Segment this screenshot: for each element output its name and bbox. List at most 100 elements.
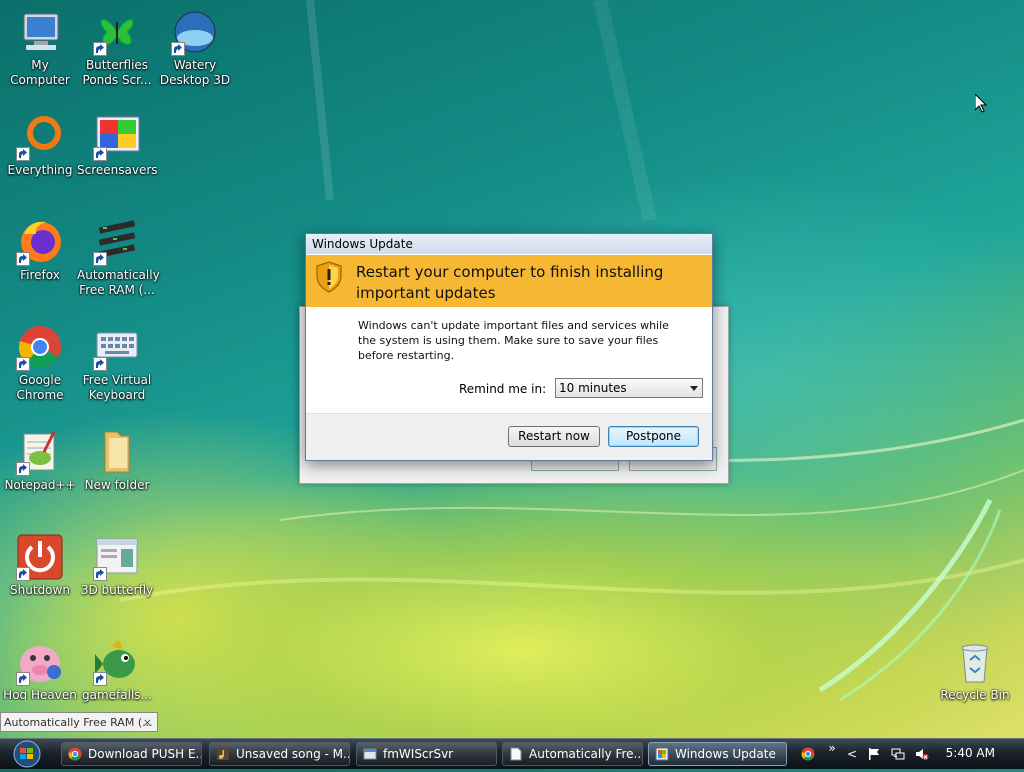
dialog-footer: Restart now Postpone [306,413,712,460]
volume-muted-icon[interactable] [915,747,929,761]
clock[interactable]: 5:40 AM [946,746,995,760]
notepad-icon [16,428,64,476]
mouse-cursor-icon [975,94,987,113]
document-icon [510,747,522,761]
desktop-icon-gamefalls[interactable]: gamefalls... [77,638,157,703]
desktop-icon-everything[interactable]: Everything [0,113,80,178]
shortcut-arrow-icon [93,357,107,371]
desktop-icon-label: Firefox [20,268,60,282]
desktop-icon-label: Recycle Bin [940,688,1010,702]
chevron-down-icon [690,386,698,391]
desktop-icon-label: Everything [7,163,73,177]
taskbar-item[interactable]: Automatically Fre... [502,742,643,766]
windows-orb-icon [13,740,41,768]
desktop-icon-free-ram[interactable]: Automatically Free RAM (... [77,218,160,298]
computer-icon [16,8,64,56]
start-button[interactable] [3,739,49,769]
desktop-icon-label: Watery Desktop 3D [159,58,231,87]
shortcut-arrow-icon [16,147,30,161]
desktop-icon-label: Automatically Free RAM (... [77,268,160,297]
pig-icon [16,638,64,686]
desktop-icon-label: Free Virtual Keyboard [82,373,152,402]
chrome-icon [68,747,82,761]
taskbar-item[interactable]: fmWIScrSvr [356,742,497,766]
tooltip-text: Automatically Free RAM (... [4,716,153,729]
chrome-icon[interactable] [801,747,815,761]
ram-icon [93,218,141,266]
remind-dropdown[interactable]: 10 minutes [555,378,703,398]
desktop-icon-notepad-plus-plus[interactable]: Notepad++ [0,428,80,493]
taskbar-item-active[interactable]: Windows Update [648,742,787,766]
desktop-icon-shutdown[interactable]: Shutdown [0,533,80,598]
power-icon [16,533,64,581]
shortcut-arrow-icon [93,42,107,56]
desktop-icon-label: New folder [84,478,150,492]
desktop-icon-firefox[interactable]: Firefox [0,218,80,283]
desktop-icon-label: Screensavers [77,163,158,177]
remind-label: Remind me in: [459,382,547,396]
toolbar-overflow-icon[interactable]: » [825,741,839,755]
shortcut-arrow-icon [16,672,30,686]
dialog-banner: Restart your computer to finish installi… [306,255,712,307]
desktop-icon-hog-heaven[interactable]: Hog Heaven Buddy Race [0,638,80,700]
taskbar: Download PUSH E... Unsaved song - M... f… [0,738,1024,769]
shortcut-arrow-icon [93,252,107,266]
taskbar-item-label: Windows Update [675,747,776,761]
taskbar-item-label: Download PUSH E... [88,747,202,761]
shortcut-arrow-icon [16,357,30,371]
shortcut-arrow-icon [16,567,30,581]
dialog-message: Windows can't update important files and… [358,319,669,362]
taskbar-tooltip: Automatically Free RAM (... × [0,712,158,732]
butterfly-icon [93,8,141,56]
taskbar-item-label: Automatically Fre... [529,747,643,761]
desktop-icon-label: 3D butterfly [80,583,154,597]
desktop-icon-label: Notepad++ [4,478,76,492]
desktop-icon-label: gamefalls... [82,688,152,702]
firefox-icon [16,218,64,266]
desktop-icon-new-folder[interactable]: New folder [77,428,157,493]
desktop-icon-label: Butterflies Ponds Scr... [82,58,152,87]
system-tray: » < 5:40 AM [793,739,1024,769]
warning-shield-icon [316,261,342,293]
show-hidden-icons-icon[interactable]: < [845,747,859,761]
shortcut-arrow-icon [93,672,107,686]
taskbar-item-label: fmWIScrSvr [383,747,454,761]
shortcut-arrow-icon [16,462,30,476]
dialog-heading: Restart your computer to finish installi… [356,263,664,302]
search-ring-icon [16,113,64,161]
recycle-bin-icon [951,638,999,686]
fish-icon [93,638,141,686]
shortcut-arrow-icon [171,42,185,56]
desktop-icon-my-computer[interactable]: My Computer [0,8,80,88]
globe-icon [171,8,219,56]
taskbar-item[interactable]: Unsaved song - M... [209,742,350,766]
keyboard-icon [93,323,141,371]
screensaver-icon [93,113,141,161]
dialog-title[interactable]: Windows Update [306,234,712,254]
taskbar-item-label: Unsaved song - M... [236,747,350,761]
desktop-icon-recycle-bin[interactable]: Recycle Bin [935,638,1015,703]
desktop-icon-free-virtual-keyboard[interactable]: Free Virtual Keyboard [77,323,157,403]
app-window-icon [363,748,377,760]
desktop-icon-3d-butterfly[interactable]: 3D butterfly [77,533,157,598]
shortcut-arrow-icon [93,567,107,581]
network-icon[interactable] [891,747,905,761]
desktop-icon-label: Shutdown [10,583,70,597]
desktop-icon-watery-desktop[interactable]: Watery Desktop 3D [155,8,235,88]
remind-dropdown-value: 10 minutes [559,381,627,395]
postpone-button[interactable]: Postpone [608,426,699,447]
desktop-icon-butterflies-ponds[interactable]: Butterflies Ponds Scr... [77,8,157,88]
shortcut-arrow-icon [93,147,107,161]
folder-icon [93,428,141,476]
shortcut-arrow-icon [16,252,30,266]
action-center-flag-icon[interactable] [867,747,881,761]
taskbar-item[interactable]: Download PUSH E... [61,742,202,766]
chrome-icon [16,323,64,371]
restart-now-button[interactable]: Restart now [508,426,600,447]
close-icon[interactable]: × [143,713,152,733]
music-icon [217,748,229,760]
desktop-icon-label: Hog Heaven Buddy Race [3,688,77,700]
desktop-icon-screensavers[interactable]: Screensavers [77,113,158,178]
desktop-icon-google-chrome[interactable]: Google Chrome [0,323,80,403]
window-icon [93,533,141,581]
